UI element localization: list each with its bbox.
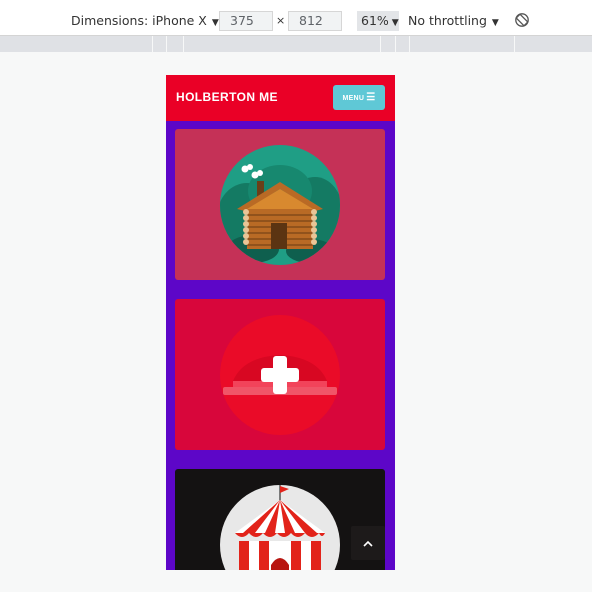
- throttling-dropdown[interactable]: No throttling ▼: [408, 11, 499, 33]
- log-cabin-icon: [220, 145, 340, 265]
- card-plus[interactable]: [175, 299, 385, 450]
- card-cabin[interactable]: [175, 129, 385, 280]
- hamburger-icon: ☰: [366, 92, 376, 103]
- zoom-value: 61%: [361, 13, 389, 28]
- times-sign: ×: [276, 14, 286, 27]
- media-query-divider: [514, 36, 515, 52]
- media-query-bar[interactable]: [0, 36, 592, 52]
- width-input[interactable]: 375: [219, 11, 273, 31]
- chevron-up-icon: [363, 540, 373, 547]
- device-dropdown[interactable]: Dimensions: iPhone X ▼: [71, 11, 219, 33]
- device-toolbar: Dimensions: iPhone X ▼ 375 × 812 61% ▼ No …: [0, 0, 592, 36]
- media-query-divider: [166, 36, 167, 52]
- media-query-divider: [395, 36, 396, 52]
- height-input[interactable]: 812: [288, 11, 342, 31]
- rotate-button[interactable]: [514, 12, 530, 34]
- media-query-divider: [152, 36, 153, 52]
- site-title[interactable]: HOLBERTON ME: [176, 90, 278, 104]
- site-header: HOLBERTON ME MENU ☰: [166, 75, 395, 121]
- device-dropdown-label: Dimensions: iPhone X: [71, 13, 207, 28]
- media-query-divider: [409, 36, 410, 52]
- menu-button-label: MENU: [342, 95, 365, 102]
- menu-button[interactable]: MENU ☰: [333, 85, 385, 110]
- caret-down-icon: ▼: [491, 18, 499, 28]
- throttling-label: No throttling: [408, 13, 487, 28]
- media-query-divider: [380, 36, 381, 52]
- device-viewport: HOLBERTON ME MENU ☰: [166, 75, 395, 570]
- zoom-dropdown[interactable]: 61% ▼: [357, 11, 399, 31]
- rotate-icon: [515, 13, 529, 27]
- caret-down-icon: ▼: [211, 18, 219, 28]
- caret-down-icon: ▼: [391, 18, 399, 28]
- scroll-to-top-button[interactable]: [351, 526, 385, 560]
- media-query-divider: [183, 36, 184, 52]
- plus-icon: [220, 315, 340, 435]
